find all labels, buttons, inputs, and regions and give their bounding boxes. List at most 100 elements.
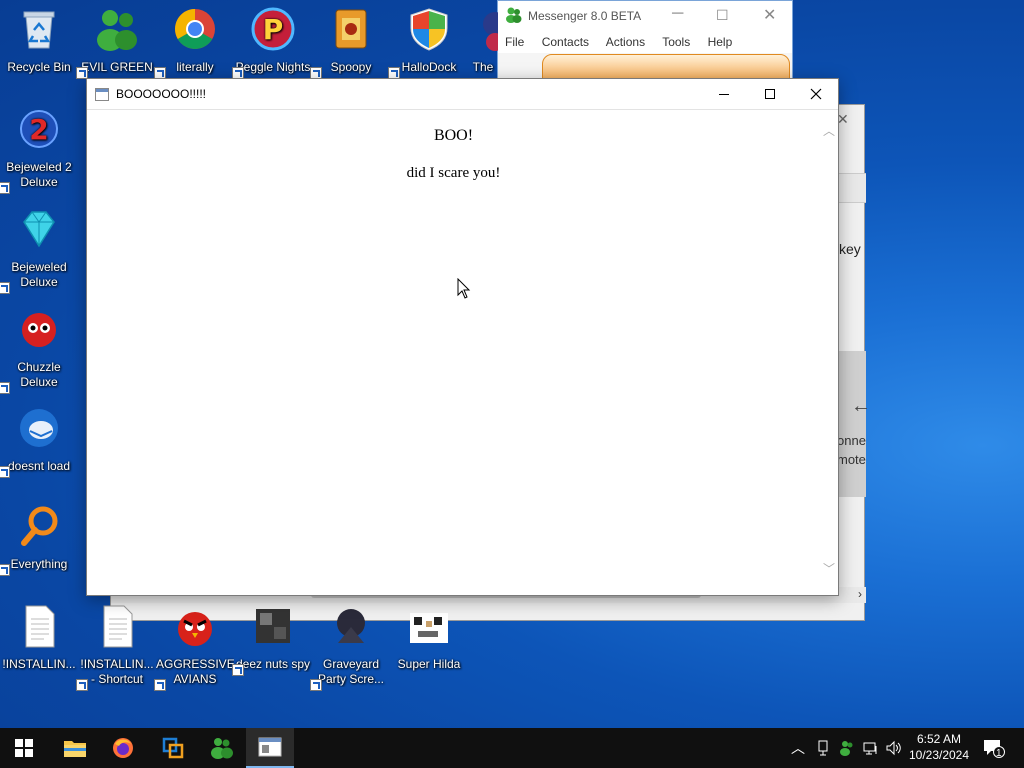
messenger-menubar: File Contacts Actions Tools Help <box>498 31 792 53</box>
taskbar-boo-window[interactable] <box>246 728 294 768</box>
desktop-icon-label: Deluxe <box>20 175 58 189</box>
action-center-button[interactable]: 1 <box>983 728 1005 768</box>
maximize-icon[interactable]: ☐ <box>716 7 729 24</box>
shortcut-arrow-icon <box>310 679 322 691</box>
back-arrow-icon[interactable]: ← <box>851 395 871 418</box>
folder-icon <box>64 741 86 757</box>
vertical-scrollbar[interactable]: ︿ ﹀ <box>821 110 838 595</box>
taskbar-virtualbox[interactable] <box>149 728 197 768</box>
everything-search-icon <box>21 506 58 546</box>
desktop-icon-aggressive-avians[interactable]: AGGRESSIVE AVIANS <box>154 603 234 691</box>
desktop-icon-literally[interactable]: literally <box>154 6 234 79</box>
windows-start-icon <box>15 739 33 757</box>
messenger-tray-icon[interactable] <box>839 728 855 768</box>
desktop-icon-label: Super Hilda <box>397 657 461 671</box>
window-titlebar[interactable]: BOOOOOOO!!!!! <box>87 79 838 110</box>
volume-tray-icon[interactable] <box>886 728 902 768</box>
desktop-icon-label: Graveyard <box>322 657 380 671</box>
network-icon <box>863 742 877 755</box>
taskbar-file-explorer[interactable] <box>51 728 99 768</box>
menu-tools[interactable]: Tools <box>662 35 690 49</box>
desktop-icon-label: HalloDock <box>401 60 457 74</box>
desktop-icon-label: Bejeweled <box>11 260 67 274</box>
menu-actions[interactable]: Actions <box>606 35 645 49</box>
maximize-button[interactable] <box>747 79 793 109</box>
virtualbox-icon <box>162 737 184 759</box>
window-app-icon <box>95 88 109 101</box>
thunderbird-icon <box>20 409 58 447</box>
menu-file[interactable]: File <box>505 35 524 49</box>
desktop-icon-graveyard[interactable]: Graveyard Party Scre... <box>310 603 390 691</box>
messenger-window[interactable]: Messenger 8.0 BETA ─ ☐ ✕ File Contacts A… <box>497 0 793 80</box>
recycle-bin-icon <box>23 11 55 49</box>
maximize-icon <box>765 89 775 99</box>
usb-icon <box>818 740 828 756</box>
desktop-icon-label: EVIL GREEN <box>81 60 153 74</box>
svg-text:2: 2 <box>29 113 48 146</box>
desktop-icon-evil-green[interactable]: EVIL GREEN <box>76 6 156 79</box>
desktop-icon-deez[interactable]: deez nuts spy <box>232 603 312 676</box>
shortcut-arrow-icon <box>232 664 244 676</box>
notification-count: 1 <box>996 748 1002 759</box>
shield-icon <box>410 8 448 51</box>
desktop-icon-label: - Shortcut <box>90 672 144 686</box>
messenger-titlebar[interactable]: Messenger 8.0 BETA ─ ☐ ✕ <box>498 1 792 31</box>
device-tray-icon[interactable] <box>816 728 830 768</box>
graveyard-game-icon <box>337 609 365 643</box>
spy-game-icon <box>256 609 290 643</box>
clock-date: 10/23/2024 <box>908 748 970 762</box>
menu-contacts[interactable]: Contacts <box>542 35 589 49</box>
window-app-icon <box>258 737 282 757</box>
angry-bird-icon <box>178 612 212 646</box>
desktop-icon-label: Peggle Nights <box>235 60 311 74</box>
desktop-icon-doesnt-load[interactable]: doesnt load <box>0 405 78 478</box>
desktop-icon-bejeweled2[interactable]: 2 Bejeweled 2 Deluxe <box>0 106 78 194</box>
desktop-icon-label: Everything <box>10 557 68 571</box>
desktop-icon-installin-shortcut[interactable]: !INSTALLIN... - Shortcut <box>76 603 156 691</box>
bg-connect-line1: onne <box>837 433 866 448</box>
desktop-icon-hallodock[interactable]: HalloDock <box>388 6 468 79</box>
scroll-up-icon[interactable]: ︿ <box>823 122 835 139</box>
taskbar-clock[interactable]: 6:52 AM 10/23/2024 <box>904 731 974 763</box>
show-hidden-icons-icon[interactable]: ︿ <box>791 728 805 768</box>
pixel-game-icon <box>410 613 448 643</box>
desktop-icon-bejeweled[interactable]: Bejeweled Deluxe <box>0 206 78 294</box>
menu-help[interactable]: Help <box>708 35 733 49</box>
start-button[interactable] <box>0 728 48 768</box>
taskbar-firefox[interactable] <box>99 728 147 768</box>
minimize-icon[interactable]: ─ <box>672 5 683 23</box>
desktop-icon-label: doesnt load <box>7 459 71 473</box>
chrome-icon <box>175 9 215 49</box>
minimize-button[interactable] <box>701 79 747 109</box>
text-document-icon <box>103 605 133 648</box>
boo-window[interactable]: BOOOOOOO!!!!! BOO! did I scare you! ︿ ﹀ <box>86 78 839 596</box>
taskbar: ︿ 6:52 AM 10/23/2024 1 <box>0 728 1024 768</box>
desktop-icon-chuzzle[interactable]: Chuzzle Deluxe <box>0 306 78 394</box>
shortcut-arrow-icon <box>154 679 166 691</box>
shortcut-arrow-icon <box>0 282 10 294</box>
window-title: BOOOOOOO!!!!! <box>116 87 207 101</box>
desktop-icon-super-hilda[interactable]: Super Hilda <box>390 603 468 672</box>
desktop-icon-label: !INSTALLIN... <box>2 657 76 671</box>
close-button[interactable] <box>793 79 839 109</box>
desktop-icon-label: AGGRESSIVE <box>156 657 234 671</box>
scroll-right-icon[interactable]: › <box>858 587 862 601</box>
svg-text:P: P <box>263 13 284 46</box>
desktop-icon-the[interactable]: The <box>468 6 498 75</box>
desktop-icon-peggle-nights[interactable]: P Peggle Nights <box>232 6 312 79</box>
shortcut-arrow-icon <box>0 564 10 576</box>
boo-message: did I scare you! <box>406 165 501 181</box>
desktop-icon-label: The <box>472 60 494 74</box>
taskbar-messenger[interactable] <box>198 728 246 768</box>
desktop-icon-recycle-bin[interactable]: Recycle Bin <box>0 6 78 75</box>
mouse-cursor-icon <box>457 278 471 299</box>
close-icon[interactable]: ✕ <box>763 5 776 25</box>
scroll-down-icon[interactable]: ﹀ <box>823 560 835 577</box>
bg-key-label: key <box>839 241 861 257</box>
desktop-icon-everything[interactable]: Everything <box>0 503 78 576</box>
shortcut-arrow-icon <box>76 679 88 691</box>
network-tray-icon[interactable] <box>863 728 879 768</box>
shortcut-arrow-icon <box>0 382 10 394</box>
desktop-icon-spoopy[interactable]: Spoopy <box>310 6 390 79</box>
desktop-icon-installin[interactable]: !INSTALLIN... <box>0 603 78 672</box>
